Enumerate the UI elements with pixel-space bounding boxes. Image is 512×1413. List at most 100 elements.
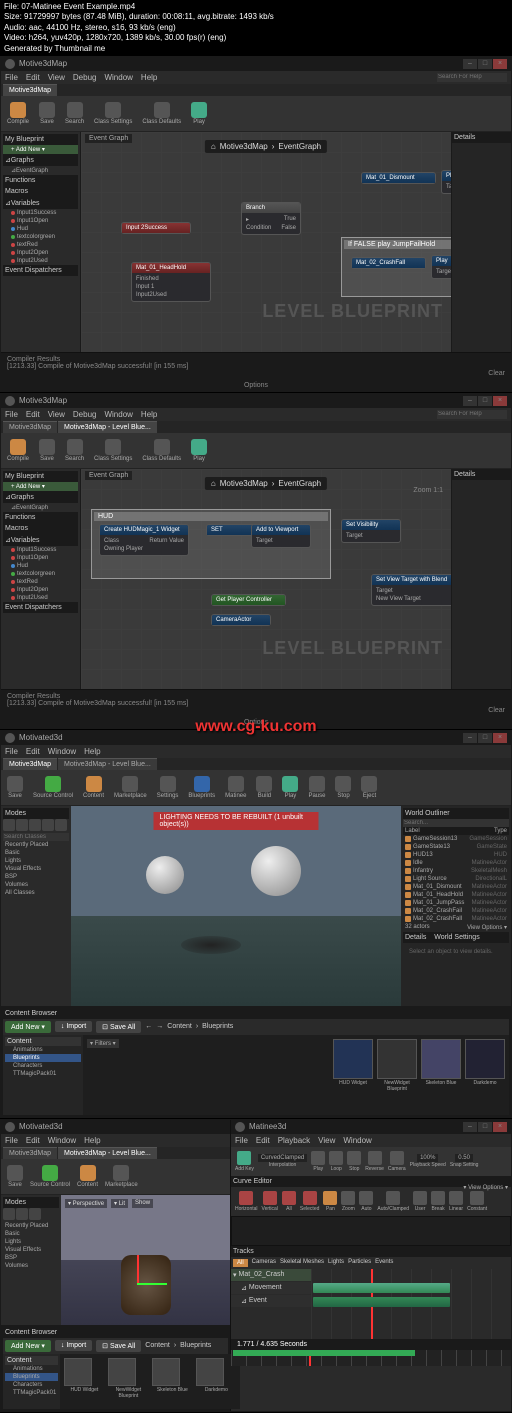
var-item[interactable]: Input2Open <box>3 249 78 257</box>
node-mat-dismount[interactable]: Mat_01_Dismount <box>361 172 436 184</box>
play-button[interactable]: Play <box>189 437 209 464</box>
play-button[interactable]: Play <box>311 1151 325 1172</box>
track-event[interactable]: ⊿Event <box>231 1295 311 1307</box>
sphere-2[interactable] <box>146 856 184 894</box>
options-footer[interactable]: Options <box>1 380 511 391</box>
add-new-button[interactable]: + Add New ▾ <box>3 145 78 154</box>
outliner-row[interactable]: Light SourceDirectionalL <box>403 875 509 883</box>
class-defaults-button[interactable]: Class Defaults <box>140 437 183 464</box>
save-button[interactable]: Save <box>37 100 57 127</box>
snap-setting[interactable]: 0.50Snap Setting <box>450 1154 479 1168</box>
var-item[interactable]: Hud <box>3 225 78 233</box>
save-button[interactable]: Save <box>37 437 57 464</box>
tab-main[interactable]: Motive3dMap <box>3 84 57 96</box>
macros-header[interactable]: Macros <box>3 186 78 197</box>
save-button[interactable]: Save <box>5 774 25 801</box>
geometry-mode-icon[interactable] <box>55 819 67 831</box>
time-ruler[interactable] <box>231 1350 511 1366</box>
timeline[interactable] <box>311 1269 511 1339</box>
landscape-mode-icon[interactable] <box>29 819 41 831</box>
compile-button[interactable]: Compile <box>5 437 31 464</box>
var-item[interactable]: textcolorgreen <box>3 233 78 241</box>
maximize-button[interactable]: □ <box>478 396 492 406</box>
eject-button[interactable]: Eject <box>359 774 379 801</box>
menu-file[interactable]: File <box>5 73 18 82</box>
class-settings-button[interactable]: Class Settings <box>92 437 134 464</box>
var-item[interactable]: textRed <box>3 241 78 249</box>
outliner-row[interactable]: Mat_02_CrashFallMatineeActor <box>403 915 509 923</box>
build-button[interactable]: Build <box>254 774 274 801</box>
interp-dropdown[interactable]: CurvedClampedInterpolation <box>258 1154 307 1168</box>
track-group[interactable]: ▾Mat_02_Crash <box>231 1269 311 1281</box>
stop-button[interactable]: Stop <box>333 774 353 801</box>
menu-view[interactable]: View <box>48 73 65 82</box>
event-graph[interactable]: Event Graph ⌂Motive3dMap›EventGraph Zoom… <box>81 469 451 689</box>
place-mode-icon[interactable] <box>3 819 15 831</box>
gizmo-y[interactable] <box>137 1283 167 1285</box>
tab-2[interactable]: Motive3dMap - Level Blue... <box>58 421 157 433</box>
marketplace-button[interactable]: Marketplace <box>112 774 149 801</box>
maximize-button[interactable]: □ <box>478 59 492 69</box>
node-getplayercontroller[interactable]: Get Player Controller <box>211 594 286 606</box>
asset-grid[interactable]: ▾ Filters ▾ HUD Widget NewWidget Bluepri… <box>83 1035 509 1115</box>
content-button[interactable]: Content <box>81 774 106 801</box>
node-mat-crashfall[interactable]: Mat_02_CrashFall <box>351 257 426 269</box>
menu-edit[interactable]: Edit <box>26 73 40 82</box>
minimize-button[interactable]: – <box>463 59 477 69</box>
breadcrumb[interactable]: ⌂ Motive3dMap› EventGraph <box>205 140 327 153</box>
outliner-row[interactable]: IdleMatineeActor <box>403 859 509 867</box>
settings-button[interactable]: Settings <box>155 774 181 801</box>
playback-speed[interactable]: 100%Playback Speed <box>410 1154 446 1168</box>
menu-window[interactable]: Window <box>104 73 132 82</box>
class-defaults-button[interactable]: Class Defaults <box>140 100 183 127</box>
save-all-button[interactable]: ⊡ Save All <box>96 1021 141 1033</box>
node-cameraactor[interactable]: CameraActor <box>211 614 271 626</box>
var-item[interactable]: Input1Open <box>3 217 78 225</box>
path-blueprints[interactable]: Blueprints <box>202 1023 233 1030</box>
node-setvisibility[interactable]: Set VisibilityTarget <box>341 519 401 543</box>
minimize-button[interactable]: – <box>463 396 477 406</box>
add-new-button[interactable]: + Add New ▾ <box>3 482 78 491</box>
dispatchers-header[interactable]: Event Dispatchers <box>3 265 78 276</box>
var-item[interactable]: Input2Used <box>3 257 78 265</box>
titlebar[interactable]: Motive3dMap – □ × <box>1 57 511 71</box>
viewport-show[interactable]: Show <box>132 1199 153 1208</box>
event-graph[interactable]: Event Graph ⌂ Motive3dMap› EventGraph In… <box>81 132 451 352</box>
node-branch[interactable]: Branch ▸True ConditionFalse <box>241 202 301 235</box>
import-button[interactable]: ↓ Import <box>55 1021 92 1032</box>
menu-debug[interactable]: Debug <box>73 73 97 82</box>
graphs-header[interactable]: ⊿Graphs <box>3 154 78 166</box>
outliner-row[interactable]: Mat_02_CrashFailMatineeActor <box>403 907 509 915</box>
play-button[interactable]: Play <box>280 774 300 801</box>
node-input2success[interactable]: Input 2Success <box>121 222 191 234</box>
node-play-1[interactable]: Play Target <box>441 170 451 194</box>
close-button[interactable]: × <box>493 396 507 406</box>
close-button[interactable]: × <box>493 59 507 69</box>
path-content[interactable]: Content <box>167 1023 192 1030</box>
outliner-row[interactable]: GameState13GameState <box>403 843 509 851</box>
functions-header[interactable]: Functions <box>3 175 78 186</box>
node-setviewtarget[interactable]: Set View Target with BlendTargetNew View… <box>371 574 451 606</box>
variables-header[interactable]: ⊿Variables <box>3 197 78 209</box>
node-create-widget[interactable]: Create HUDMagic_1 Widget ClassReturn Val… <box>99 524 189 556</box>
blueprints-button[interactable]: Blueprints <box>186 774 217 801</box>
viewport-small[interactable]: ▾ Perspective ▾ Lit Show <box>61 1195 230 1325</box>
viewport[interactable]: LIGHTING NEEDS TO BE REBUILT (1 unbuilt … <box>71 806 401 1006</box>
outliner-row[interactable]: Mat_01_DismountMatineeActor <box>403 883 509 891</box>
paint-mode-icon[interactable] <box>16 819 28 831</box>
outliner-row[interactable]: Mat_01_JumpPassMatineeActor <box>403 899 509 907</box>
reverse-button[interactable]: Reverse <box>365 1151 384 1172</box>
source-control-button[interactable]: Source Control <box>31 774 75 801</box>
outliner-row[interactable]: GameSession13GameSession <box>403 835 509 843</box>
menu-help[interactable]: Help <box>141 73 157 82</box>
viewport-perspective[interactable]: ▾ Perspective <box>65 1199 107 1208</box>
eventgraph-item[interactable]: ⊿EventGraph <box>3 166 78 175</box>
camera-button[interactable]: Camera <box>388 1151 406 1172</box>
sphere-1[interactable] <box>251 846 301 896</box>
outliner-row[interactable]: HUD13HUD <box>403 851 509 859</box>
gizmo-x[interactable] <box>137 1255 139 1285</box>
tab-1[interactable]: Motive3dMap <box>3 421 57 433</box>
node-mat-headhold[interactable]: Mat_01_HeadHold Finished Input 1 Input2U… <box>131 262 211 302</box>
pause-button[interactable]: Pause <box>306 774 327 801</box>
loop-button[interactable]: Loop <box>329 1151 343 1172</box>
